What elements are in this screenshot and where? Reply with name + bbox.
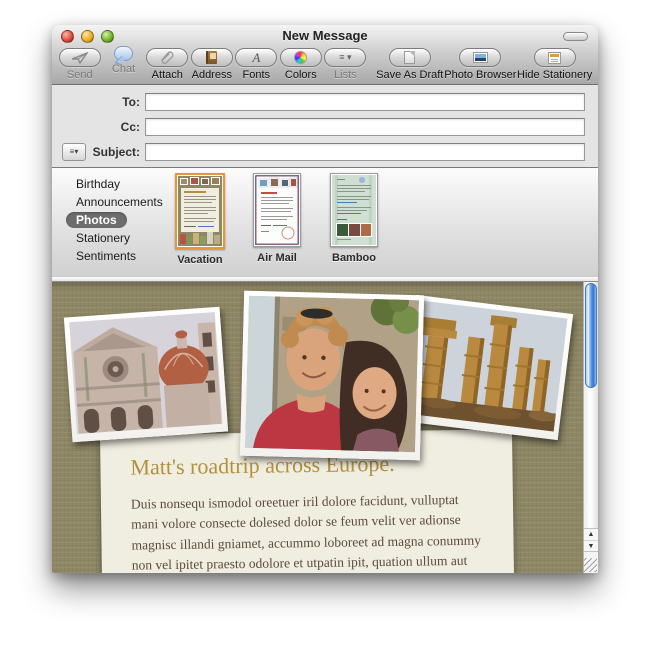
window-header: New Message Send Chat Attach Address A (52, 25, 598, 85)
bamboo-label: Bamboo (332, 252, 376, 264)
florence-cathedral-photo (64, 307, 228, 443)
resize-grip[interactable] (584, 551, 598, 573)
temple-ruins-photo (401, 295, 573, 440)
scroll-down-button[interactable]: ▼ (584, 540, 598, 551)
titlebar[interactable]: New Message (52, 25, 598, 47)
address-button[interactable]: Address (192, 48, 232, 81)
window-title: New Message (52, 28, 598, 43)
stationery-category-list: Birthday Announcements Photos Stationery… (66, 175, 173, 265)
hide-stationery-label: Hide Stationery (517, 69, 592, 81)
to-input[interactable] (145, 93, 585, 111)
chat-bubble-icon (114, 46, 133, 61)
toolbar-toggle-button[interactable] (563, 32, 588, 41)
address-book-icon (206, 51, 217, 64)
category-birthday[interactable]: Birthday (66, 175, 173, 193)
address-label: Address (192, 69, 232, 81)
header-actions-menu-button[interactable]: ≡▾ (62, 143, 86, 161)
subject-row: ≡▾ Subject: (62, 143, 585, 161)
attach-label: Attach (152, 69, 183, 81)
save-as-draft-label: Save As Draft (376, 69, 443, 81)
letter-body-text: Duis nonsequ ismodol oreetuer iril dolor… (131, 490, 488, 573)
list-lines-icon: ≡ ▾ (339, 52, 351, 63)
stationery-icon (548, 52, 561, 64)
vacation-thumbnail[interactable] (175, 173, 225, 249)
colors-button[interactable]: Colors (281, 48, 321, 81)
photo-browser-button[interactable]: Photo Browser (446, 48, 514, 81)
bamboo-thumbnail[interactable] (330, 173, 378, 247)
photo-browser-label: Photo Browser (444, 69, 516, 81)
category-stationery[interactable]: Stationery (66, 229, 173, 247)
photo-icon (473, 52, 488, 63)
lists-button[interactable]: ≡ ▾ Lists (326, 48, 366, 81)
message-header-fields: To: Cc: ≡▾ Subject: (52, 85, 598, 168)
template-air-mail[interactable]: Air Mail (247, 173, 307, 266)
scroll-up-button[interactable]: ▲ (584, 529, 598, 540)
paper-plane-icon (71, 52, 89, 64)
paperclip-icon (159, 51, 175, 64)
air-mail-thumbnail[interactable] (253, 173, 301, 247)
send-button[interactable]: Send (60, 48, 100, 81)
colors-label: Colors (285, 69, 317, 81)
category-photos[interactable]: Photos (66, 212, 127, 228)
vacation-label: Vacation (177, 254, 222, 266)
toolbar: Send Chat Attach Address A Fonts Colors (60, 48, 590, 81)
save-as-draft-button[interactable]: Save As Draft (378, 48, 441, 81)
vertical-scrollbar[interactable]: ▲ ▼ (583, 282, 598, 573)
lists-label: Lists (334, 69, 357, 81)
subject-input[interactable] (145, 143, 585, 161)
fonts-a-icon: A (252, 51, 260, 64)
cc-input[interactable] (145, 118, 585, 136)
cc-row: Cc: (62, 118, 585, 136)
template-thumbnails: Vacation (170, 173, 401, 266)
to-label: To: (62, 95, 145, 109)
cc-label: Cc: (62, 120, 145, 134)
chat-button[interactable]: Chat (105, 48, 143, 75)
hide-stationery-button[interactable]: Hide Stationery (519, 48, 590, 81)
scrollbar-arrows: ▲ ▼ (584, 528, 598, 551)
color-wheel-icon (294, 51, 307, 64)
template-bamboo[interactable]: Bamboo (324, 173, 384, 266)
to-row: To: (62, 93, 585, 111)
draft-document-icon (404, 51, 415, 64)
scrollbar-thumb[interactable] (585, 283, 597, 388)
send-label: Send (67, 69, 93, 81)
new-message-window: New Message Send Chat Attach Address A (52, 25, 598, 573)
attach-button[interactable]: Attach (148, 48, 188, 81)
stationery-picker: Birthday Announcements Photos Stationery… (52, 168, 598, 282)
subject-label: Subject: (93, 145, 140, 159)
fonts-label: Fonts (243, 69, 271, 81)
air-mail-label: Air Mail (257, 252, 297, 264)
chat-label: Chat (112, 63, 135, 75)
category-sentiments[interactable]: Sentiments (66, 247, 173, 265)
template-vacation[interactable]: Vacation (170, 173, 230, 266)
message-body-stationery[interactable]: Matt's roadtrip across Europe. Duis nons… (52, 282, 598, 573)
couple-selfie-photo (240, 291, 424, 461)
category-announcements[interactable]: Announcements (66, 193, 173, 211)
fonts-button[interactable]: A Fonts (237, 48, 277, 81)
